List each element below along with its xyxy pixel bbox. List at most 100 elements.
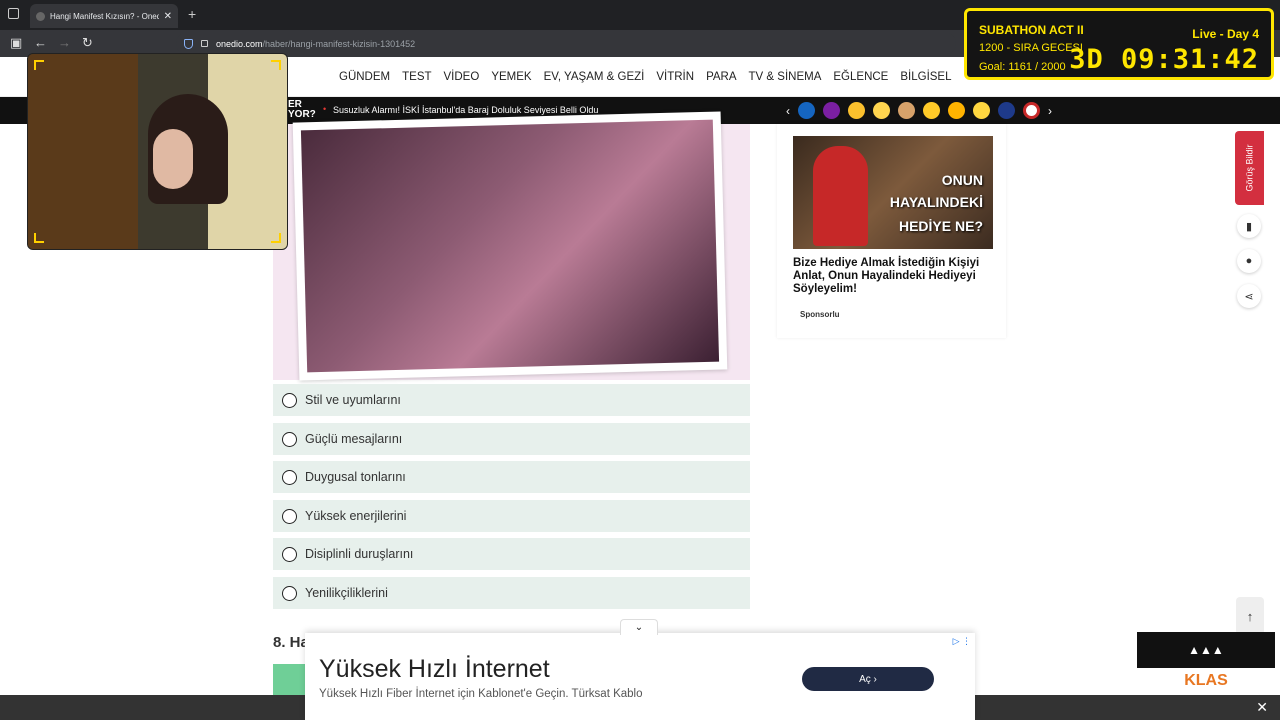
browser-tab[interactable]: Hangi Manifest Kızısın? - Onedi ✕ [30,4,178,28]
scroll-to-top-icon[interactable]: ↑ [1236,597,1264,635]
radio-icon[interactable] [282,546,297,562]
emoji-reaction-1-icon[interactable] [798,102,815,119]
chevron-down-icon[interactable]: ⌄ [620,619,658,635]
quiz-option-label: Disiplinli duruşlarını [305,547,414,561]
sidebar-toggle-icon[interactable]: ▣ [10,35,22,51]
frame-corner-icon [34,60,44,70]
adchoices-icon[interactable]: ▷ ⋮ [953,636,971,647]
favicon-icon [36,11,45,21]
subathon-overlay: SUBATHON ACT II 1200 - SIRA GECESI Goal:… [964,8,1274,80]
nav-item-test[interactable]: TEST [402,71,431,83]
sponsored-label: Sponsorlu [800,310,840,319]
webcam-overlay [27,53,288,250]
emoji-reaction-2-icon[interactable] [823,102,840,119]
nav-item-gundem[interactable]: GÜNDEM [339,71,390,83]
quiz-option[interactable]: Disiplinli duruşlarını [273,538,750,570]
sponsored-image[interactable]: ONUN HAYALINDEKİ HEDİYE NE? [793,136,993,249]
new-tab-icon[interactable]: + [188,6,196,22]
emoji-reaction-9-icon[interactable] [998,102,1015,119]
quiz-option[interactable]: Güçlü mesajlarını [273,423,750,455]
group-photo-image [300,119,720,373]
main-menu: GÜNDEM TEST VİDEO YEMEK EV, YAŞAM & GEZİ… [339,71,964,83]
nav-item-video[interactable]: VİDEO [444,71,480,83]
feedback-button[interactable]: Görüş Bildir [1235,131,1264,205]
nav-item-eglence[interactable]: EĞLENCE [833,71,888,83]
klas-ad[interactable]: ▲▲▲ KLAS [1137,632,1275,695]
ticker-label: ER YOR? [288,100,316,120]
quiz-option[interactable]: Yüksek enerjilerini [273,500,750,532]
reload-icon[interactable]: ↻ [82,35,93,51]
bottom-sticky-ad[interactable]: ⌄ ▷ ⋮ Yüksek Hızlı İnternet Yüksek Hızlı… [305,619,975,720]
ad-person-figure [813,146,868,246]
quiz-option-label: Stil ve uyumlarını [305,393,401,407]
emoji-reaction-4-icon[interactable] [873,102,890,119]
url-path: /haber/hangi-manifest-kizisin-1301452 [262,38,416,49]
tab-title: Hangi Manifest Kızısın? - Onedi [50,11,159,21]
streamer-face [153,129,193,189]
tab-list-icon[interactable] [8,8,19,19]
frame-corner-icon [271,233,281,243]
emoji-reaction-6-icon[interactable] [923,102,940,119]
feedback-label: Görüş Bildir [1244,144,1255,192]
emoji-prev-icon[interactable]: ‹ [786,104,790,118]
quiz-option-label: Yenilikçiliklerini [305,586,388,600]
subathon-status: Live - Day 4 [1192,27,1259,41]
quiz-option-label: Yüksek enerjilerini [305,509,407,523]
frame-corner-icon [271,60,281,70]
quiz-option-label: Duygusal tonlarını [305,470,406,484]
subathon-timer: 3D 09:31:42 [1069,44,1259,75]
klas-brand: KLAS [1184,672,1228,689]
nav-item-yemek[interactable]: YEMEK [491,71,531,83]
nav-item-tv-sinema[interactable]: TV & SİNEMA [749,71,822,83]
radio-icon[interactable] [282,392,297,408]
radio-icon[interactable] [282,585,297,601]
ad-image-text-1: ONUN [941,172,983,188]
nav-item-ev-yasam[interactable]: EV, YAŞAM & GEZİ [544,71,645,83]
emoji-reaction-10-icon[interactable] [1023,102,1040,119]
nav-item-vitrin[interactable]: VİTRİN [656,71,694,83]
subathon-goal: Goal: 1161 / 2000 [979,61,1066,73]
emoji-reaction-7-icon[interactable] [948,102,965,119]
quiz-option[interactable]: Duygusal tonlarını [273,461,750,493]
subathon-title: SUBATHON ACT II [979,23,1084,37]
share-icon[interactable]: ⋖ [1237,284,1261,308]
subathon-line2: 1200 - SIRA GECESI [979,42,1083,54]
emoji-reaction-5-icon[interactable] [898,102,915,119]
tab-close-icon[interactable]: ✕ [164,11,172,22]
next-question-image [273,664,305,696]
ticker-headline[interactable]: Susuzluk Alarmı! İSKİ İstanbul'da Baraj … [333,105,598,115]
emoji-next-icon[interactable]: › [1048,104,1052,118]
sponsored-title[interactable]: Bize Hediye Almak İstediğin Kişiyi Anlat… [793,257,989,296]
ticker-label-line2: YOR? [288,109,316,120]
url-domain: onedio.com [216,38,263,49]
emoji-reaction-3-icon[interactable] [848,102,865,119]
shield-icon[interactable] [184,38,193,49]
reaction-emoji-bar: ‹ › [786,102,1052,119]
radio-icon[interactable] [282,469,297,485]
quiz-option-label: Güçlü mesajlarını [305,432,403,446]
next-question-title: 8. Ha [273,634,309,651]
lock-icon[interactable] [201,40,208,47]
ad-headline: Yüksek Hızlı İnternet [319,655,550,683]
emoji-reaction-8-icon[interactable] [973,102,990,119]
url-input[interactable]: onedio.com/haber/hangi-manifest-kizisin-… [176,33,956,54]
frame-corner-icon [34,233,44,243]
ad-image-text-3: HEDİYE NE? [898,218,983,234]
webcam-background-left [28,54,138,249]
adidas-logo-icon: ▲▲▲ [1137,632,1275,668]
bookmark-icon[interactable]: ▮ [1237,214,1261,238]
ticker-dot-icon: • [323,104,327,114]
radio-icon[interactable] [282,431,297,447]
quiz-option[interactable]: Yenilikçiliklerini [273,577,750,609]
ad-open-label: Aç [859,673,871,685]
back-icon[interactable]: ← [34,35,47,50]
nav-item-para[interactable]: PARA [706,71,736,83]
radio-icon[interactable] [282,508,297,524]
comment-icon[interactable]: ● [1237,249,1261,273]
nav-item-bilgisel[interactable]: BİLGİSEL [900,71,951,83]
ad-open-button[interactable]: Aç › [802,667,934,691]
close-icon[interactable]: ✕ [1256,699,1268,716]
ad-subline: Yüksek Hızlı Fiber İnternet için Kablone… [319,688,643,700]
quiz-option[interactable]: Stil ve uyumlarını [273,384,750,416]
forward-icon[interactable]: → [58,35,71,50]
